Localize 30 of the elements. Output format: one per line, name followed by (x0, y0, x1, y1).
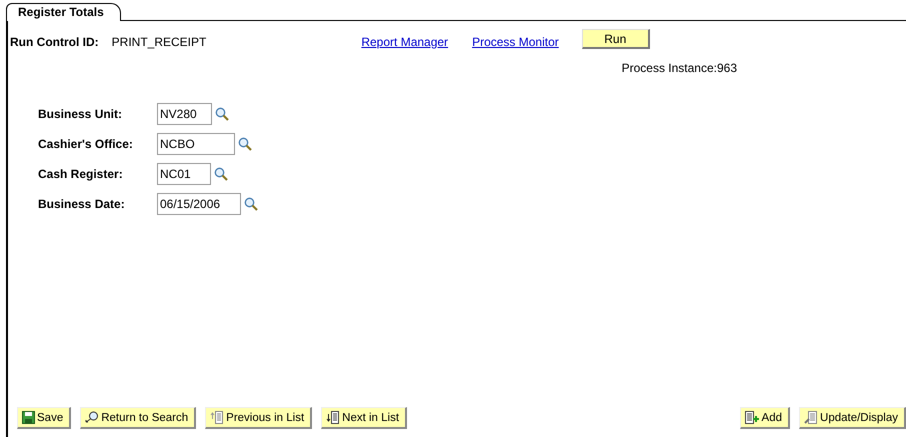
search-icon[interactable] (244, 197, 258, 211)
input-field[interactable]: NC01 (157, 163, 211, 185)
toolbar-button[interactable]: Next in List (321, 407, 408, 429)
document-pencil-icon (804, 411, 818, 424)
magnifier-arrow-icon (85, 411, 100, 424)
toolbar-button[interactable]: Add (740, 407, 790, 429)
process-monitor-link[interactable]: Process Monitor (472, 35, 559, 49)
process-instance-text: Process Instance:963 (622, 61, 737, 75)
input-field[interactable]: NCBO (157, 133, 235, 155)
run-control-value: PRINT_RECEIPT (112, 35, 206, 49)
run-control-label: Run Control ID: (10, 35, 99, 49)
up-arrow-document-icon (210, 411, 224, 424)
search-icon[interactable] (215, 107, 229, 121)
document-plus-icon (744, 411, 760, 424)
toolbar-button[interactable]: Previous in List (205, 407, 312, 429)
field-label: Cashier's Office: (38, 137, 134, 151)
field-label: Business Unit: (38, 107, 124, 121)
field-label: Cash Register: (38, 167, 124, 181)
input-field[interactable]: NV280 (157, 103, 212, 125)
report-manager-link[interactable]: Report Manager (361, 35, 448, 49)
toolbar-button[interactable]: Return to Search (80, 407, 196, 429)
search-icon[interactable] (238, 137, 252, 151)
run-button[interactable]: Run (582, 29, 650, 49)
input-field[interactable]: 06/15/2006 (157, 193, 241, 215)
page-tab[interactable]: Register Totals (6, 3, 121, 21)
search-icon[interactable] (214, 167, 228, 181)
down-arrow-document-icon (326, 411, 340, 424)
toolbar-button[interactable]: Update/Display (799, 407, 906, 429)
field-label: Business Date: (38, 197, 126, 211)
toolbar-button[interactable]: Save (17, 407, 72, 429)
